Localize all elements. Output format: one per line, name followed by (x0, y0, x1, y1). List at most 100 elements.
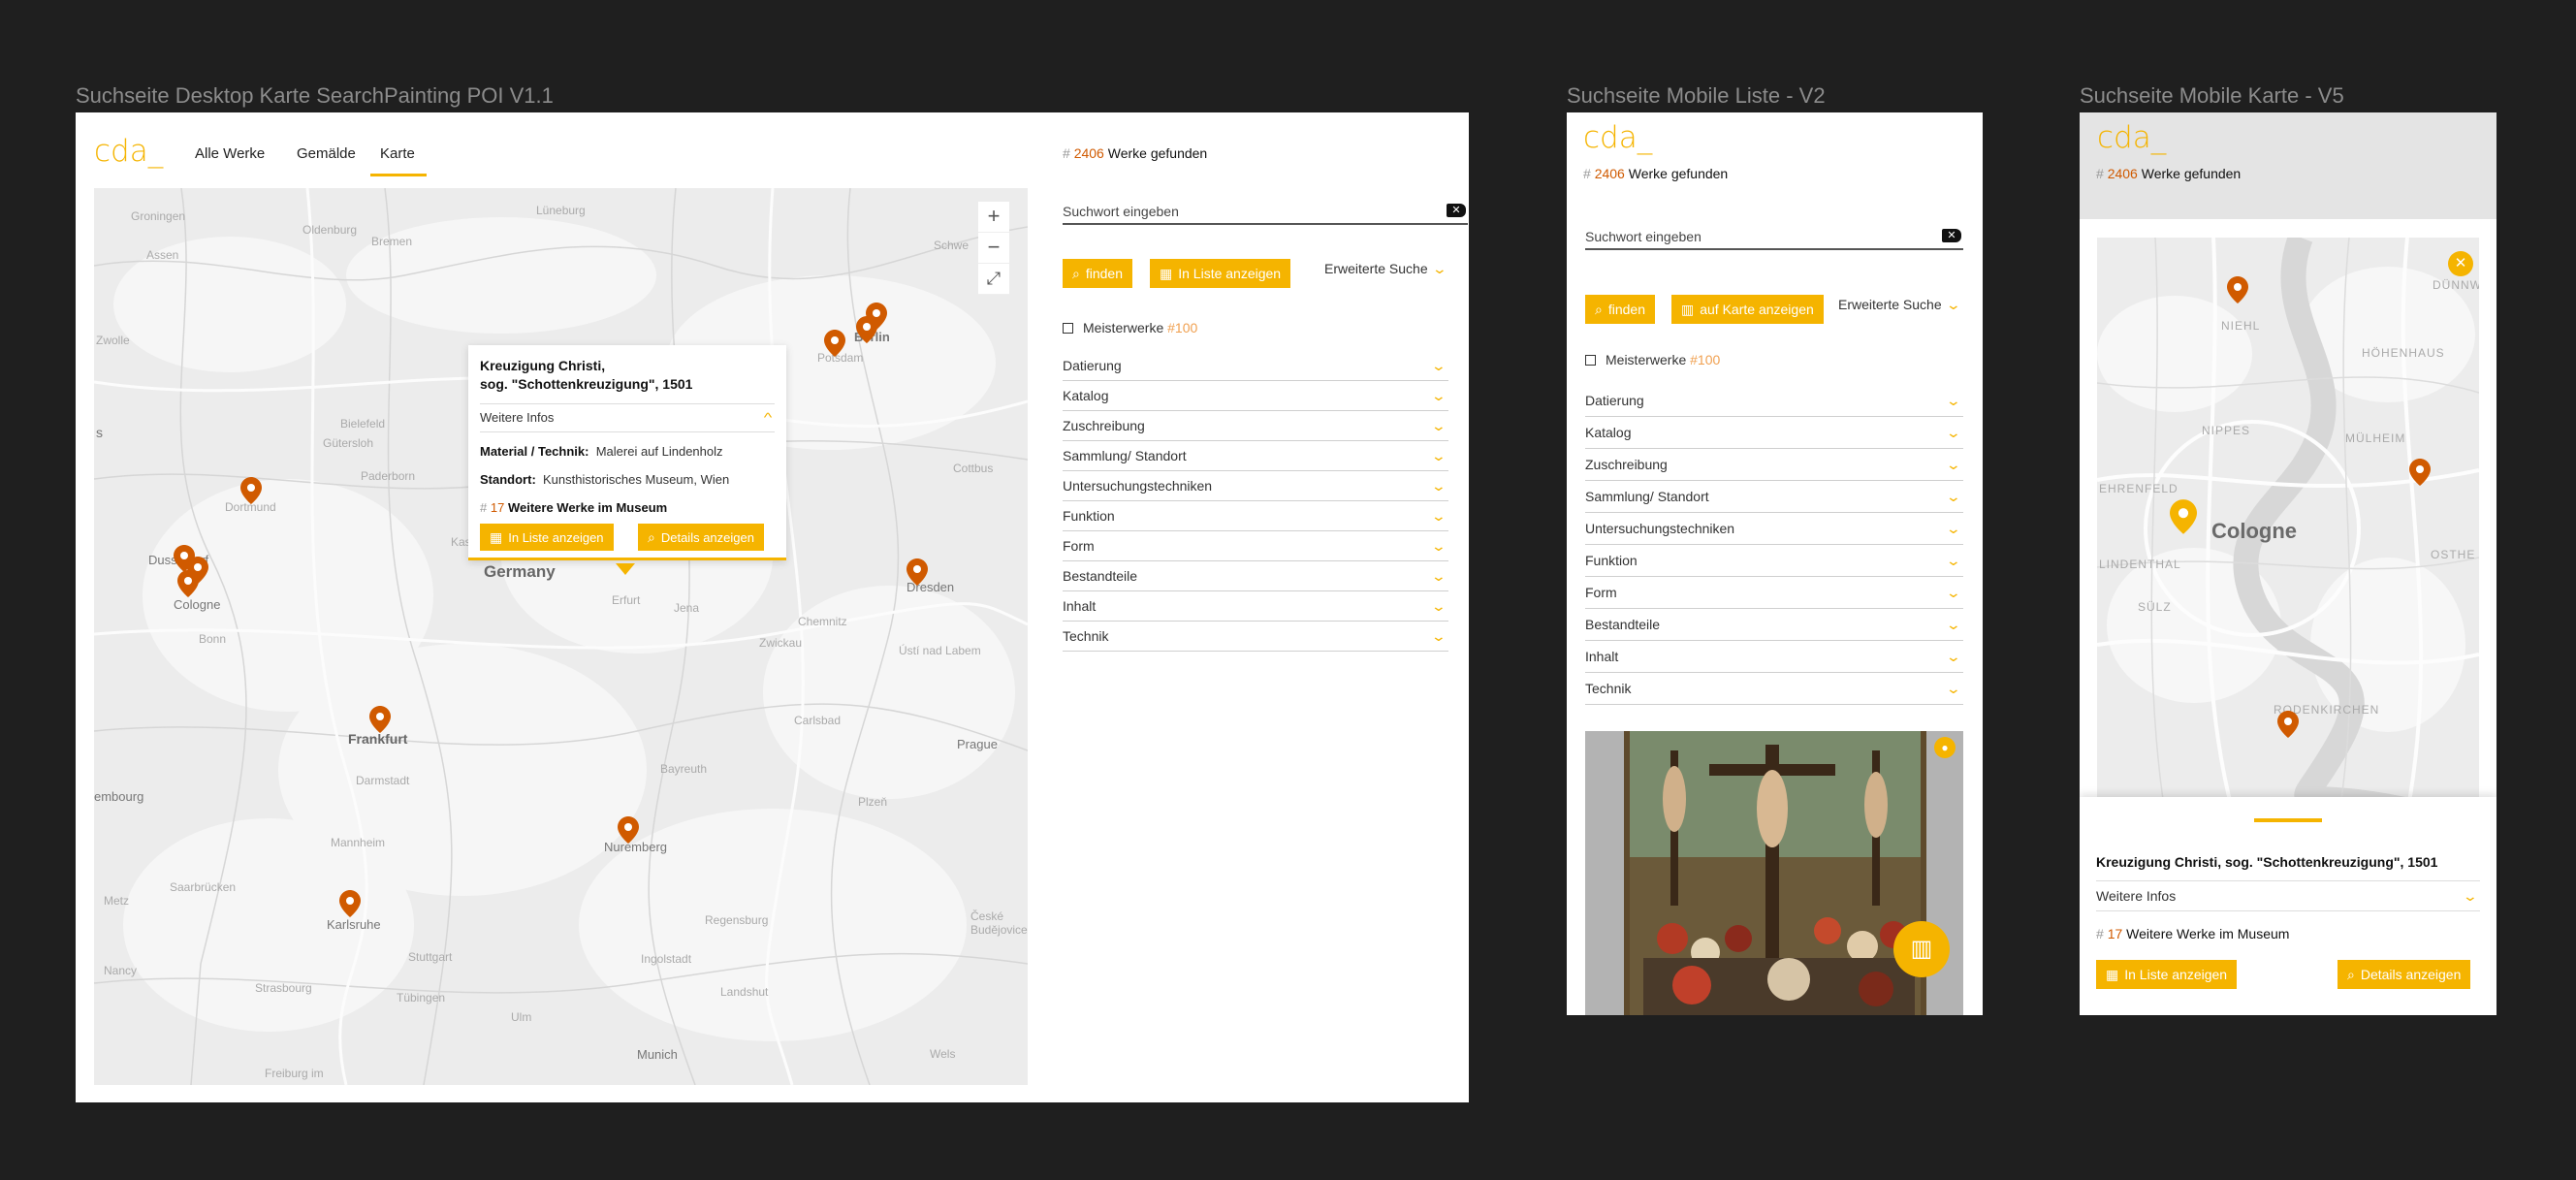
map-label-ingolstadt: Ingolstadt (641, 952, 692, 966)
mobile-map-pin-2[interactable] (2409, 459, 2431, 486)
clear-icon[interactable]: ✕ (1942, 229, 1961, 242)
map-pin-berlin-2[interactable] (866, 303, 887, 330)
filter-row[interactable]: Funktion ⌄ (1063, 501, 1448, 531)
map-label-dunnwald: DÜNNWAL (2433, 278, 2479, 292)
mobile-map-frame-title: Suchseite Mobile Karte - V5 (2080, 83, 2344, 108)
painting-card[interactable]: ● ▥ (1585, 731, 1963, 1015)
map-label-gutersloh: Gütersloh (323, 436, 374, 450)
map-label-plzen: Plzeň (858, 795, 888, 809)
chevron-down-icon: ⌄ (2462, 888, 2479, 904)
show-in-list-button[interactable]: ▦ In Liste anzeigen (1150, 259, 1291, 288)
map-pin-cologne[interactable] (177, 570, 199, 597)
map-fab-button[interactable]: ▥ (1893, 921, 1950, 977)
fullscreen-button[interactable]: ⤢ (978, 264, 1009, 295)
location-pin-icon[interactable]: ● (1934, 737, 1956, 758)
masterworks-label: Meisterwerke (1083, 320, 1164, 335)
mobile-map-pin-selected[interactable] (2170, 499, 2197, 534)
chevron-down-icon: ⌄ (1945, 297, 1961, 312)
map-label-wels: Wels (930, 1047, 956, 1061)
filter-row[interactable]: Technik ⌄ (1585, 673, 1963, 705)
map-pin-dresden[interactable] (906, 558, 928, 586)
nav-paintings[interactable]: Gemälde (297, 145, 356, 162)
mobile-list-find-label: finden (1607, 302, 1645, 317)
filter-row[interactable]: Sammlung/ Standort ⌄ (1585, 481, 1963, 513)
filter-row[interactable]: Katalog ⌄ (1063, 381, 1448, 411)
filter-row[interactable]: Katalog ⌄ (1585, 417, 1963, 449)
map-label-cologne: Cologne (174, 597, 221, 612)
clear-icon[interactable]: ✕ (1447, 204, 1466, 217)
map-label-chemnitz: Chemnitz (798, 615, 847, 628)
map-icon: ▥ (1910, 936, 1933, 962)
map-pin-nuremberg[interactable] (618, 816, 639, 844)
chevron-down-icon: ⌄ (1945, 649, 1962, 664)
filter-label: Technik (1063, 628, 1109, 644)
filter-row[interactable]: Inhalt ⌄ (1063, 591, 1448, 622)
map-label-bayreuth: Bayreuth (660, 762, 708, 776)
show-on-map-label: auf Karte anzeigen (1700, 302, 1814, 317)
nav-map[interactable]: Karte (370, 145, 427, 176)
filter-row[interactable]: Untersuchungstechniken ⌄ (1063, 471, 1448, 501)
zoom-out-button[interactable]: − (978, 233, 1009, 264)
filter-label: Zuschreibung (1585, 457, 1668, 472)
mobile-map-pin-3[interactable] (2277, 711, 2299, 738)
filter-row[interactable]: Untersuchungstechniken ⌄ (1585, 513, 1963, 545)
search-input[interactable]: Suchwort eingeben ✕ (1063, 204, 1468, 225)
sheet-details-button-label: Details anzeigen (2360, 967, 2462, 982)
mobile-list-advanced-search-toggle[interactable]: Erweiterte Suche ⌄ (1838, 297, 1961, 313)
mobile-list-search-input[interactable]: Suchwort eingeben ✕ (1585, 229, 1963, 250)
mobile-list-masterworks-checkbox[interactable]: Meisterwerke #100 (1585, 352, 1720, 367)
mobile-list-find-button[interactable]: ⌕ finden (1585, 295, 1655, 324)
show-on-map-button[interactable]: ▥ auf Karte anzeigen (1671, 295, 1824, 324)
mobile-map[interactable]: NIEHL DÜNNWAL HÖHENHAUS NIPPES MÜLHEIM E… (2097, 238, 2479, 813)
mobile-map-logo[interactable]: cda_ (2097, 120, 2166, 155)
popup-list-button[interactable]: ▦ In Liste anzeigen (480, 524, 614, 551)
popup-more-works[interactable]: # 17 Weitere Werke im Museum (480, 500, 667, 515)
popup-more-info-toggle[interactable]: Weitere Infos ^ (480, 403, 775, 432)
grid-icon: ▦ (1160, 266, 1173, 281)
filter-row[interactable]: Zuschreibung ⌄ (1585, 449, 1963, 481)
sheet-title: Kreuzigung Christi, sog. "Schottenkreuzi… (2096, 854, 2438, 870)
filter-label: Datierung (1585, 393, 1644, 408)
filter-row[interactable]: Inhalt ⌄ (1585, 641, 1963, 673)
masterworks-checkbox[interactable]: Meisterwerke #100 (1063, 320, 1197, 335)
filter-row[interactable]: Bestandteile ⌄ (1063, 561, 1448, 591)
desktop-map[interactable]: Groningen Oldenburg Bremen Lüneburg Asse… (94, 188, 1028, 1085)
sheet-drag-handle[interactable] (2254, 818, 2322, 822)
map-label-erfurt: Erfurt (612, 593, 641, 607)
sheet-more-works[interactable]: # 17 Weitere Werke im Museum (2096, 926, 2289, 941)
mobile-list-logo[interactable]: cda_ (1583, 120, 1652, 155)
sheet-details-button[interactable]: ⌕ Details anzeigen (2337, 960, 2471, 989)
filter-row[interactable]: Datierung ⌄ (1585, 385, 1963, 417)
results-count: # 2406 Werke gefunden (1063, 145, 1207, 161)
advanced-search-toggle[interactable]: Erweiterte Suche ⌄ (1324, 261, 1447, 277)
filter-row[interactable]: Form ⌄ (1063, 531, 1448, 561)
filter-row[interactable]: Technik ⌄ (1063, 622, 1448, 652)
chevron-down-icon: ⌄ (1430, 538, 1447, 554)
map-pin-dortmund[interactable] (240, 477, 262, 504)
search-icon: ⌕ (1595, 302, 1603, 317)
sheet-more-info-toggle[interactable]: Weitere Infos ⌄ (2096, 880, 2480, 911)
map-pin-frankfurt[interactable] (369, 706, 391, 733)
filter-row[interactable]: Form ⌄ (1585, 577, 1963, 609)
filter-row[interactable]: Funktion ⌄ (1585, 545, 1963, 577)
find-button-label: finden (1085, 266, 1123, 281)
zoom-in-button[interactable]: + (978, 202, 1009, 233)
popup-details-button[interactable]: ⌕ Details anzeigen (638, 524, 764, 551)
close-map-icon[interactable]: ✕ (2448, 251, 2473, 276)
filter-row[interactable]: Bestandteile ⌄ (1585, 609, 1963, 641)
map-pin-potsdam[interactable] (824, 330, 845, 357)
find-button[interactable]: ⌕ finden (1063, 259, 1132, 288)
map-pin-karlsruhe[interactable] (339, 890, 361, 917)
filter-row[interactable]: Datierung ⌄ (1063, 351, 1448, 381)
mobile-map-pin-1[interactable] (2227, 276, 2248, 303)
popup-more-label: Weitere Werke im Museum (507, 500, 668, 515)
map-label-usti: Ústí nad Labem (899, 644, 981, 657)
filter-row[interactable]: Zuschreibung ⌄ (1063, 411, 1448, 441)
filter-row[interactable]: Sammlung/ Standort ⌄ (1063, 441, 1448, 471)
popup-pointer-icon (616, 563, 635, 575)
sheet-list-button[interactable]: ▦ In Liste anzeigen (2096, 960, 2238, 989)
grid-icon: ▦ (2106, 967, 2119, 982)
chevron-down-icon: ⌄ (1945, 521, 1962, 536)
nav-all-works[interactable]: Alle Werke (195, 145, 265, 162)
logo[interactable]: cda_ (94, 134, 163, 169)
